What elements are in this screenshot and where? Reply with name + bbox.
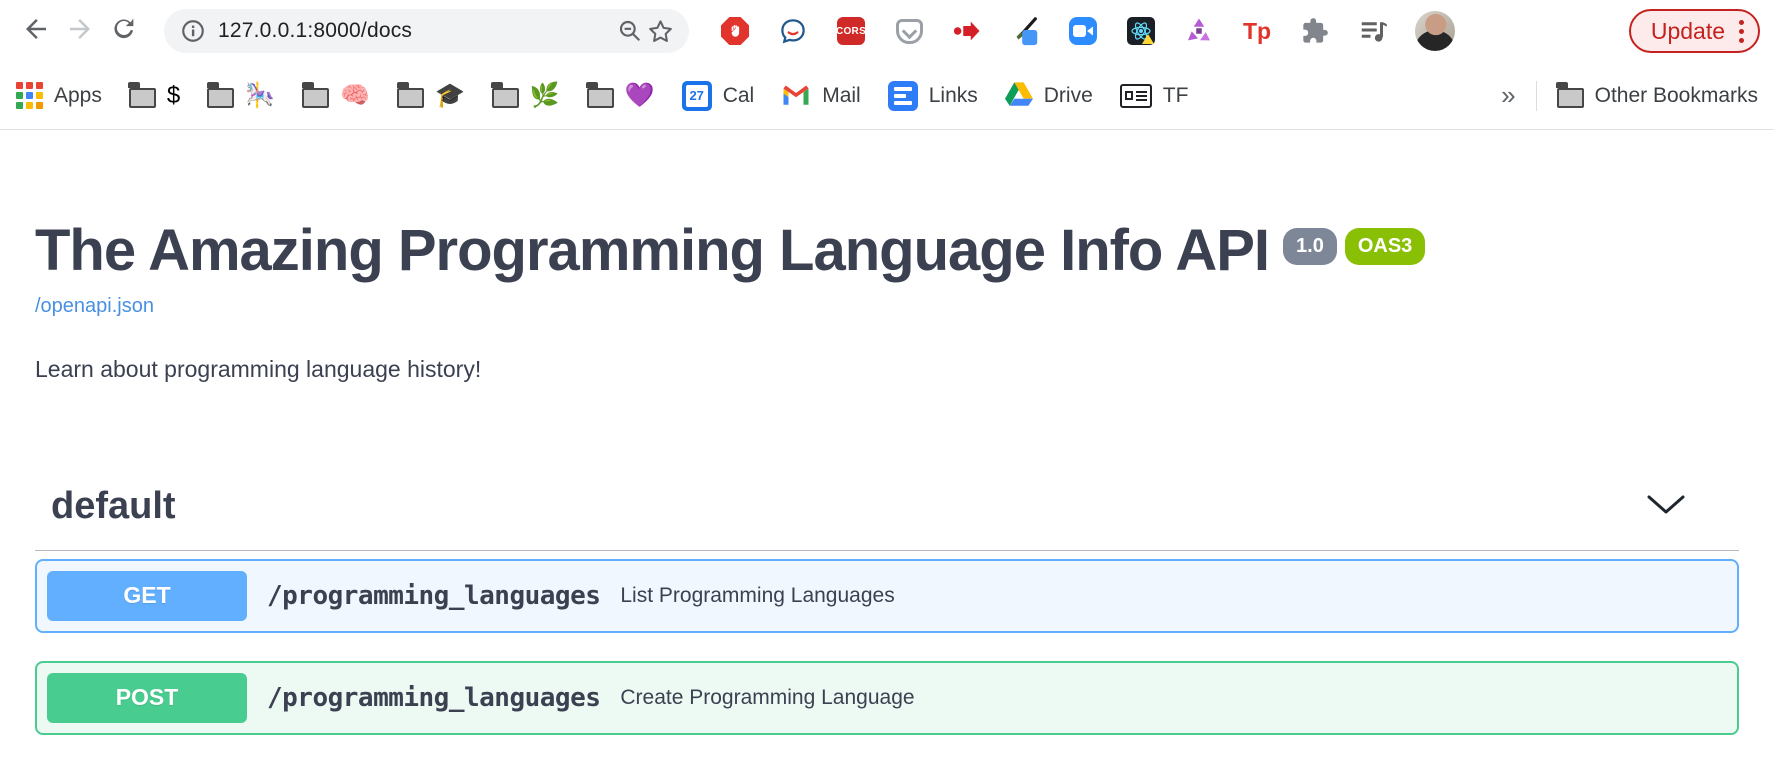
forward-arrow-icon: [65, 14, 95, 49]
gmail-icon: [781, 82, 811, 110]
bookmark-folder-graduation[interactable]: 🎓: [397, 84, 465, 108]
site-info-icon[interactable]: [178, 16, 208, 46]
update-label: Update: [1651, 18, 1725, 45]
back-button[interactable]: [14, 9, 58, 53]
folder-icon: [1557, 88, 1584, 108]
other-bookmarks[interactable]: Other Bookmarks: [1557, 84, 1758, 108]
extension-icons: CORS: [719, 15, 1389, 47]
folder-icon: [207, 88, 234, 108]
folder-icon: [397, 88, 424, 108]
cors-extension-icon[interactable]: CORS: [835, 15, 867, 47]
reload-button[interactable]: [102, 9, 146, 53]
endpoint-path: /programming_languages: [267, 581, 600, 611]
cors-label: CORS: [837, 17, 865, 45]
url-text[interactable]: 127.0.0.1:8000/docs: [218, 19, 615, 43]
google-drive-icon: [1005, 81, 1033, 111]
brain-emblem: 🧠: [340, 84, 370, 108]
tp-extension-icon[interactable]: Tp: [1241, 15, 1273, 47]
bookmark-folder-money[interactable]: $: [129, 84, 180, 108]
apps-label: Apps: [54, 84, 102, 108]
folder-icon: [587, 88, 614, 108]
playlist-icon[interactable]: [1357, 15, 1389, 47]
mail-label: Mail: [822, 84, 861, 108]
version-badge: 1.0: [1283, 228, 1337, 265]
bookmark-calendar[interactable]: 27 Cal: [682, 81, 755, 111]
bookmark-drive[interactable]: Drive: [1005, 81, 1093, 111]
browser-window: 127.0.0.1:8000/docs: [0, 0, 1774, 780]
section-default-header[interactable]: default: [35, 485, 1739, 551]
bookmark-folder-brain[interactable]: 🧠: [302, 84, 370, 108]
update-button[interactable]: Update: [1629, 9, 1760, 53]
purple-heart-emblem: 💜: [625, 84, 655, 108]
purple-recycle-icon[interactable]: [1183, 15, 1215, 47]
bookmark-tf[interactable]: TF: [1120, 84, 1189, 108]
endpoint-summary: List Programming Languages: [620, 584, 894, 608]
bookmark-apps[interactable]: Apps: [16, 82, 102, 109]
bookmarks-right-cluster: » Other Bookmarks: [1501, 80, 1758, 111]
bookmark-folder-heart[interactable]: 💜: [587, 84, 655, 108]
swagger-docs-page: The Amazing Programming Language Info AP…: [0, 218, 1774, 735]
bookmark-gmail[interactable]: Mail: [781, 82, 861, 110]
bookmark-folder-herb[interactable]: 🌿: [492, 84, 560, 108]
dollar-emblem: $: [167, 84, 180, 108]
openapi-json-link[interactable]: /openapi.json: [35, 295, 154, 318]
apps-grid-icon: [16, 82, 43, 109]
endpoint-post-programming-languages[interactable]: POST /programming_languages Create Progr…: [35, 661, 1739, 735]
carousel-emblem: 🎠: [245, 84, 275, 108]
kebab-menu-icon[interactable]: [1739, 20, 1744, 43]
oas3-badge: OAS3: [1345, 228, 1425, 265]
address-bar[interactable]: 127.0.0.1:8000/docs: [164, 9, 689, 53]
warning-badge: [1142, 34, 1154, 44]
profile-avatar[interactable]: [1415, 11, 1455, 51]
api-description: Learn about programming language history…: [35, 356, 1739, 383]
links-label: Links: [929, 84, 978, 108]
chat-bubble-icon[interactable]: [777, 15, 809, 47]
links-doc-icon: [888, 81, 918, 111]
api-title-text: The Amazing Programming Language Info AP…: [35, 218, 1269, 283]
google-calendar-icon: 27: [682, 81, 712, 111]
zoom-out-icon[interactable]: [615, 16, 645, 46]
bookmarks-bar: Apps $ 🎠 🧠 🎓 🌿 💜 27 Cal: [0, 62, 1774, 130]
bookmark-star-icon[interactable]: [645, 16, 675, 46]
red-arrow-extension-icon[interactable]: [951, 15, 983, 47]
bookmark-folder-carousel[interactable]: 🎠: [207, 84, 275, 108]
calendar-label: Cal: [723, 84, 755, 108]
forward-button[interactable]: [58, 9, 102, 53]
drive-label: Drive: [1044, 84, 1093, 108]
bookmark-links[interactable]: Links: [888, 81, 978, 111]
bookmarks-overflow-chevron[interactable]: »: [1501, 80, 1515, 111]
pocket-icon[interactable]: [893, 15, 925, 47]
page-title: The Amazing Programming Language Info AP…: [35, 218, 1739, 285]
zoom-meeting-icon[interactable]: [1067, 15, 1099, 47]
folder-icon: [129, 88, 156, 108]
other-bookmarks-label: Other Bookmarks: [1595, 84, 1758, 108]
get-method-badge[interactable]: GET: [47, 571, 247, 621]
adblock-icon[interactable]: [719, 15, 751, 47]
tf-label: TF: [1163, 84, 1189, 108]
section-title: default: [51, 485, 176, 528]
tp-label: Tp: [1243, 18, 1271, 45]
tf-card-icon: [1120, 84, 1152, 108]
endpoint-summary: Create Programming Language: [620, 686, 914, 710]
extensions-puzzle-icon[interactable]: [1299, 15, 1331, 47]
endpoint-path: /programming_languages: [267, 683, 600, 713]
react-devtools-icon[interactable]: [1125, 15, 1157, 47]
herb-emblem: 🌿: [530, 84, 560, 108]
back-arrow-icon: [21, 14, 51, 49]
folder-icon: [302, 88, 329, 108]
color-eyedropper-icon[interactable]: [1009, 15, 1041, 47]
folder-icon: [492, 88, 519, 108]
reload-icon: [110, 15, 138, 48]
post-method-badge[interactable]: POST: [47, 673, 247, 723]
graduation-emblem: 🎓: [435, 84, 465, 108]
chevron-down-icon[interactable]: [1645, 492, 1687, 521]
divider: [1536, 81, 1537, 111]
endpoint-get-programming-languages[interactable]: GET /programming_languages List Programm…: [35, 559, 1739, 633]
browser-toolbar: 127.0.0.1:8000/docs: [0, 0, 1774, 62]
